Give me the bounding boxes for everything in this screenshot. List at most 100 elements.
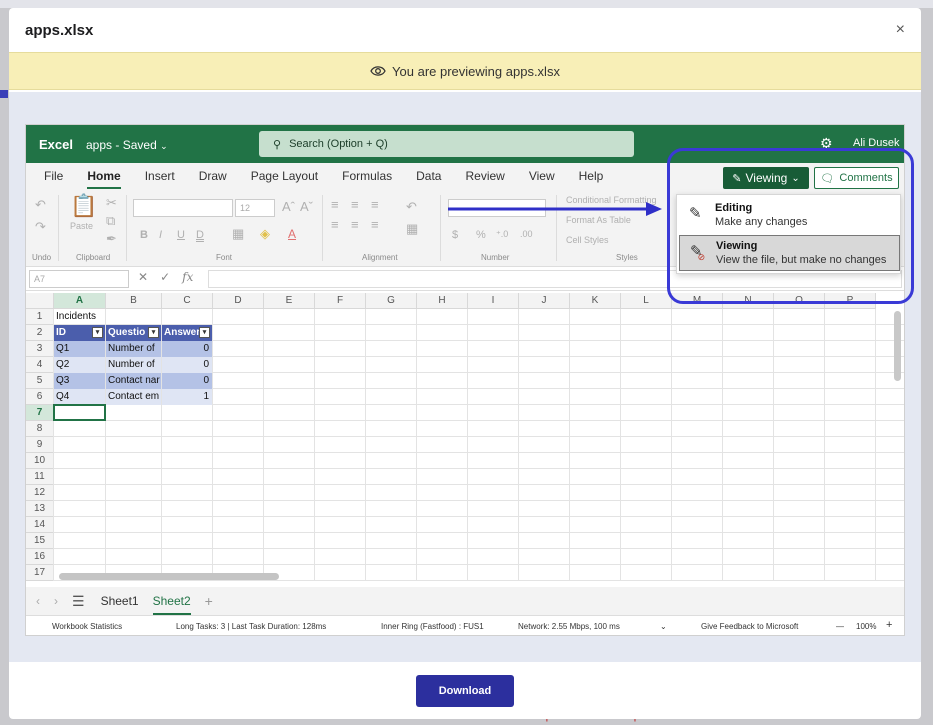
table-row-cell[interactable]: 0 [162, 341, 212, 357]
zoom-level[interactable]: 100% [856, 622, 876, 631]
column-header[interactable]: F [315, 293, 366, 309]
table-row-cell[interactable]: Contact em [106, 389, 161, 405]
align-bottom-icon[interactable]: ≡ [371, 197, 379, 212]
zoom-out-button[interactable]: — [836, 622, 844, 631]
zoom-in-button[interactable]: + [886, 619, 892, 631]
tab-home[interactable]: Home [87, 163, 121, 189]
row-header[interactable]: 14 [26, 517, 54, 533]
cancel-icon[interactable]: ✕ [138, 270, 148, 284]
align-middle-icon[interactable]: ≡ [351, 197, 359, 212]
column-header[interactable]: L [621, 293, 672, 309]
chevron-right-icon[interactable]: › [54, 594, 58, 608]
sheet-tab-sheet1[interactable]: Sheet1 [101, 587, 139, 615]
currency-button[interactable]: $ [452, 229, 458, 241]
table-row-cell[interactable]: 1 [162, 389, 212, 405]
column-header[interactable]: K [570, 293, 621, 309]
font-size-select[interactable]: 12 [235, 199, 275, 217]
cut-icon[interactable]: ✂ [106, 195, 117, 211]
tab-review[interactable]: Review [465, 163, 504, 189]
align-left-icon[interactable]: ≡ [331, 217, 339, 232]
column-header[interactable]: H [417, 293, 468, 309]
align-center-icon[interactable]: ≡ [351, 217, 359, 232]
decrease-decimal-button[interactable]: .00 [520, 229, 533, 239]
tab-file[interactable]: File [44, 163, 63, 189]
format-as-table-button[interactable]: Format As Table [566, 215, 631, 225]
table-row-cell[interactable]: Number of [106, 357, 161, 373]
underline-button[interactable]: U [177, 229, 185, 241]
column-header[interactable]: A [54, 293, 106, 309]
merge-cells-icon[interactable]: ▦ [406, 221, 418, 237]
tab-page-layout[interactable]: Page Layout [251, 163, 318, 189]
column-header[interactable]: E [264, 293, 315, 309]
close-icon[interactable]: × [896, 21, 905, 39]
table-row-cell[interactable]: 0 [162, 357, 212, 373]
filter-dropdown-icon[interactable]: ▾ [199, 327, 210, 338]
cell-styles-button[interactable]: Cell Styles [566, 235, 609, 245]
paste-icon[interactable]: 📋 [70, 193, 97, 219]
undo-icon[interactable]: ↶ [35, 197, 46, 213]
row-header[interactable]: 16 [26, 549, 54, 565]
worksheet-grid[interactable]: A B C D E F G H I J K L M N O P 1 2 3 4 5 6 7 8 9 10 11 12 13 14 15 16 1… [26, 293, 904, 583]
row-header[interactable]: 7 [26, 405, 54, 421]
table-header-cell[interactable]: ID ▾ [54, 325, 105, 341]
row-header[interactable]: 6 [26, 389, 54, 405]
percent-button[interactable]: % [476, 229, 486, 241]
cell-a1[interactable]: Incidents [54, 309, 105, 325]
table-row-cell[interactable]: Q3 [54, 373, 105, 389]
document-title[interactable]: apps - Saved ⌄ [86, 138, 168, 152]
fill-color-icon[interactable]: ◈ [260, 226, 270, 242]
excel-app-name[interactable]: Excel [39, 137, 73, 152]
row-header[interactable]: 8 [26, 421, 54, 437]
chevron-left-icon[interactable]: ‹ [36, 594, 40, 608]
filter-dropdown-icon[interactable]: ▾ [92, 327, 103, 338]
wrap-text-icon[interactable]: ↶ [406, 199, 417, 215]
increase-decimal-button[interactable]: ⁺.0 [496, 229, 508, 240]
feedback-link[interactable]: Give Feedback to Microsoft [701, 622, 798, 631]
add-sheet-icon[interactable]: + [205, 593, 213, 609]
table-row-cell[interactable]: Contact nar [106, 373, 161, 389]
row-header[interactable]: 3 [26, 341, 54, 357]
table-row-cell[interactable]: 0 [162, 373, 212, 389]
tab-draw[interactable]: Draw [199, 163, 227, 189]
row-header[interactable]: 10 [26, 453, 54, 469]
tab-insert[interactable]: Insert [145, 163, 175, 189]
row-header[interactable]: 4 [26, 357, 54, 373]
row-header[interactable]: 9 [26, 437, 54, 453]
font-color-button[interactable]: A [288, 227, 296, 241]
column-header[interactable]: B [106, 293, 162, 309]
select-all-corner[interactable] [26, 293, 54, 309]
check-icon[interactable]: ✓ [160, 270, 170, 284]
grow-font-icon[interactable]: Aˆ [282, 199, 295, 214]
column-header[interactable]: J [519, 293, 570, 309]
row-header[interactable]: 12 [26, 485, 54, 501]
name-box[interactable]: A7 [29, 270, 129, 288]
shrink-font-icon[interactable]: Aˇ [300, 199, 313, 214]
column-header[interactable]: I [468, 293, 519, 309]
download-button[interactable]: Download [416, 674, 514, 707]
chevron-down-icon[interactable]: ⌄ [660, 622, 667, 631]
italic-button[interactable]: I [159, 229, 162, 241]
row-header[interactable]: 11 [26, 469, 54, 485]
table-row-cell[interactable]: Q1 [54, 341, 105, 357]
table-header-cell[interactable]: Answer ▾ [162, 325, 212, 341]
table-header-cell[interactable]: Questio ▾ [106, 325, 161, 341]
horizontal-scrollbar[interactable] [59, 573, 279, 580]
align-right-icon[interactable]: ≡ [371, 217, 379, 232]
column-header[interactable]: D [213, 293, 264, 309]
row-header[interactable]: 13 [26, 501, 54, 517]
search-box[interactable]: ⚲ Search (Option + Q) [259, 131, 634, 157]
borders-icon[interactable]: ▦ [232, 226, 244, 242]
table-row-cell[interactable]: Q2 [54, 357, 105, 373]
format-painter-icon[interactable]: ✒ [106, 231, 117, 247]
table-row-cell[interactable]: Q4 [54, 389, 105, 405]
row-header[interactable]: 1 [26, 309, 54, 325]
align-top-icon[interactable]: ≡ [331, 197, 339, 212]
row-header[interactable]: 15 [26, 533, 54, 549]
filter-dropdown-icon[interactable]: ▾ [148, 327, 159, 338]
double-underline-button[interactable]: D [196, 229, 204, 241]
sheet-list-icon[interactable]: ☰ [72, 593, 85, 610]
row-header[interactable]: 17 [26, 565, 54, 581]
tab-formulas[interactable]: Formulas [342, 163, 392, 189]
fx-icon[interactable]: fx [182, 270, 193, 284]
tab-data[interactable]: Data [416, 163, 441, 189]
